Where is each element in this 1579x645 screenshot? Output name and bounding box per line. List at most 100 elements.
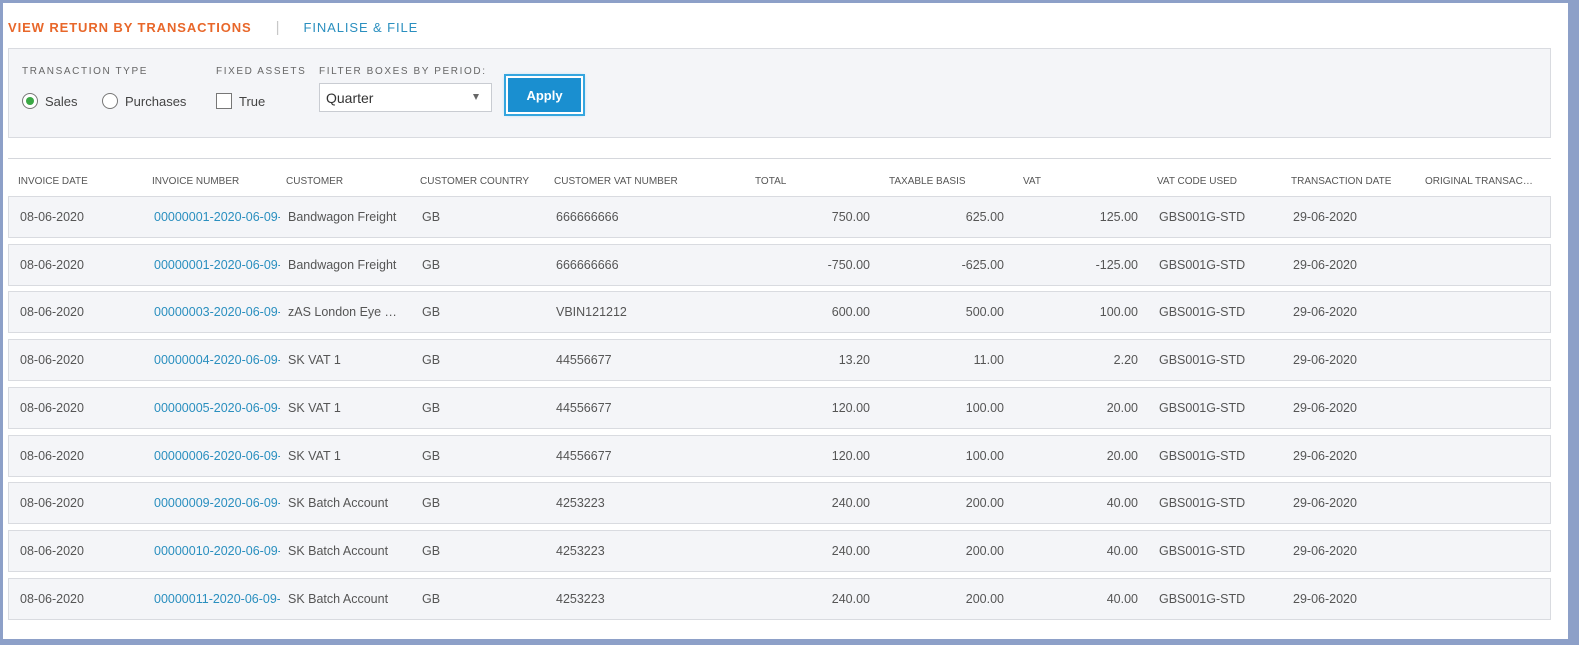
checkbox-empty-icon[interactable] xyxy=(216,93,232,109)
cell-taxable-basis: 11.00 xyxy=(973,353,1004,368)
invoice-number-link[interactable]: 00000004-2020-06-09- xyxy=(154,353,280,367)
cell-total: 240.00 xyxy=(831,591,870,606)
cell-transaction-date: 29-06-2020 xyxy=(1293,305,1357,320)
cell-invoice-date: 08-06-2020 xyxy=(20,543,84,558)
invoice-number-link[interactable]: 00000001-2020-06-09- xyxy=(154,210,280,224)
fixed-assets-group: FIXED ASSETS True xyxy=(216,66,307,109)
header-vat[interactable]: VAT xyxy=(1023,176,1041,187)
header-customer-vat-number[interactable]: CUSTOMER VAT NUMBER xyxy=(554,176,678,187)
cell-country: GB xyxy=(422,353,441,368)
caret-down-icon xyxy=(473,94,479,100)
checkbox-true[interactable]: True xyxy=(216,93,265,109)
cell-invoice-date: 08-06-2020 xyxy=(20,400,84,415)
cell-vat-number: 4253223 xyxy=(556,496,605,511)
invoice-number-link[interactable]: 00000003-2020-06-09- xyxy=(154,305,280,319)
header-invoice-date[interactable]: INVOICE DATE xyxy=(18,176,88,187)
filter-panel: TRANSACTION TYPE Sales Purchases FIXED A… xyxy=(8,48,1551,138)
cell-vat-code: GBS001G-STD xyxy=(1159,210,1246,224)
header-invoice-number[interactable]: INVOICE NUMBER xyxy=(152,176,239,187)
cell-country: GB xyxy=(422,591,441,606)
invoice-number-link[interactable]: 00000005-2020-06-09- xyxy=(154,401,280,415)
header-customer-country[interactable]: CUSTOMER COUNTRY xyxy=(420,176,529,187)
cell-customer: SK Batch Account xyxy=(288,496,389,511)
cell-vat: 40.00 xyxy=(1106,591,1138,606)
radio-empty-icon[interactable] xyxy=(102,93,118,109)
cell-invoice-date: 08-06-2020 xyxy=(20,496,84,511)
cell-transaction-date: 29-06-2020 xyxy=(1293,496,1357,511)
cell-vat-code: GBS001G-STD xyxy=(1159,543,1246,558)
cell-country: GB xyxy=(422,305,441,320)
cell-transaction-date: 29-06-2020 xyxy=(1293,543,1357,558)
cell-vat-code: GBS001G-STD xyxy=(1159,591,1246,606)
cell-vat-number: 4253223 xyxy=(556,591,605,606)
cell-country: GB xyxy=(422,210,441,224)
cell-customer: zAS London Eye Tours xyxy=(288,305,402,320)
radio-sales-label: Sales xyxy=(45,93,78,109)
cell-vat: -125.00 xyxy=(1095,257,1138,272)
fixed-assets-label: FIXED ASSETS xyxy=(216,66,307,77)
table-row[interactable]: 08-06-2020 00000009-2020-06-09- SK Batch A… xyxy=(8,482,1551,525)
cell-transaction-date: 29-06-2020 xyxy=(1293,400,1357,415)
header-customer[interactable]: CUSTOMER xyxy=(286,176,343,187)
table-row[interactable]: 08-06-2020 00000003-2020-06-09- zAS London… xyxy=(8,291,1551,334)
cell-vat: 40.00 xyxy=(1106,543,1138,558)
header-transaction-date[interactable]: TRANSACTION DATE xyxy=(1291,176,1391,187)
table-row[interactable]: 08-06-2020 00000011-2020-06-09- SK Batch A… xyxy=(8,577,1551,620)
checkbox-true-label: True xyxy=(239,93,266,109)
cell-country: GB xyxy=(422,400,441,415)
cell-customer: SK VAT 1 xyxy=(288,353,341,368)
cell-taxable-basis: -625.00 xyxy=(961,257,1004,272)
tab-view-return[interactable]: VIEW RETURN BY TRANSACTIONS xyxy=(8,20,252,35)
table-row[interactable]: 08-06-2020 00000001-2020-06-09- Bandwagon … xyxy=(8,196,1551,238)
cell-taxable-basis: 500.00 xyxy=(965,305,1004,320)
cell-total: 13.20 xyxy=(838,353,870,368)
cell-vat-code: GBS001G-STD xyxy=(1159,448,1246,463)
cell-taxable-basis: 200.00 xyxy=(965,591,1004,606)
cell-country: GB xyxy=(422,496,441,511)
cell-customer: SK Batch Account xyxy=(288,543,389,558)
table-row[interactable]: 08-06-2020 00000010-2020-06-09- SK Batch A… xyxy=(8,529,1551,572)
radio-purchases[interactable]: Purchases xyxy=(102,93,186,109)
cell-total: 240.00 xyxy=(831,543,870,558)
invoice-number-link[interactable]: 00000001-2020-06-09- xyxy=(154,258,280,272)
invoice-number-link[interactable]: 00000009-2020-06-09- xyxy=(154,496,280,510)
invoice-number-link[interactable]: 00000006-2020-06-09- xyxy=(154,449,280,463)
header-taxable-basis[interactable]: TAXABLE BASIS xyxy=(889,176,966,187)
tab-bar: VIEW RETURN BY TRANSACTIONS | FINALISE &… xyxy=(8,15,418,39)
header-vat-code-used[interactable]: VAT CODE USED xyxy=(1157,176,1237,187)
table-row[interactable]: 08-06-2020 00000004-2020-06-09- SK VAT 1 GB… xyxy=(8,339,1551,382)
cell-vat: 100.00 xyxy=(1099,305,1138,320)
apply-button[interactable]: Apply xyxy=(504,74,585,116)
cell-transaction-date: 29-06-2020 xyxy=(1293,353,1357,368)
invoice-number-link[interactable]: 00000010-2020-06-09- xyxy=(154,544,280,558)
cell-vat: 20.00 xyxy=(1106,400,1138,415)
transaction-type-label: TRANSACTION TYPE xyxy=(22,66,148,77)
period-group: FILTER BOXES BY PERIOD: Quarter xyxy=(319,66,492,112)
cell-country: GB xyxy=(422,543,441,558)
radio-selected-icon[interactable] xyxy=(22,93,38,109)
app-frame: VIEW RETURN BY TRANSACTIONS | FINALISE &… xyxy=(3,3,1568,639)
tab-finalise-file[interactable]: FINALISE & FILE xyxy=(304,20,419,35)
cell-total: 240.00 xyxy=(831,496,870,511)
cell-country: GB xyxy=(422,257,441,272)
cell-invoice-date: 08-06-2020 xyxy=(20,257,84,272)
cell-vat-number: 4253223 xyxy=(556,543,605,558)
header-total[interactable]: TOTAL xyxy=(755,176,786,187)
cell-customer: SK VAT 1 xyxy=(288,400,341,415)
cell-vat-number: 666666666 xyxy=(556,257,619,272)
cell-total: 750.00 xyxy=(831,210,870,224)
period-select[interactable]: Quarter xyxy=(319,83,492,112)
cell-total: -750.00 xyxy=(827,257,870,272)
table-header: INVOICE DATE INVOICE NUMBER CUSTOMER CUS… xyxy=(8,168,1551,196)
table-row[interactable]: 08-06-2020 00000005-2020-06-09- SK VAT 1 GB… xyxy=(8,386,1551,429)
cell-vat: 20.00 xyxy=(1106,448,1138,463)
invoice-number-link[interactable]: 00000011-2020-06-09- xyxy=(154,592,280,606)
divider xyxy=(8,158,1551,159)
cell-customer: Bandwagon Freight xyxy=(288,210,397,224)
header-original-transaction[interactable]: ORIGINAL TRANSACTION xyxy=(1425,176,1537,187)
cell-invoice-date: 08-06-2020 xyxy=(20,448,84,463)
radio-sales[interactable]: Sales xyxy=(22,93,78,109)
table-row[interactable]: 08-06-2020 00000001-2020-06-09- Bandwagon … xyxy=(8,243,1551,286)
cell-invoice-date: 08-06-2020 xyxy=(20,305,84,320)
table-row[interactable]: 08-06-2020 00000006-2020-06-09- SK VAT 1 GB… xyxy=(8,434,1551,477)
